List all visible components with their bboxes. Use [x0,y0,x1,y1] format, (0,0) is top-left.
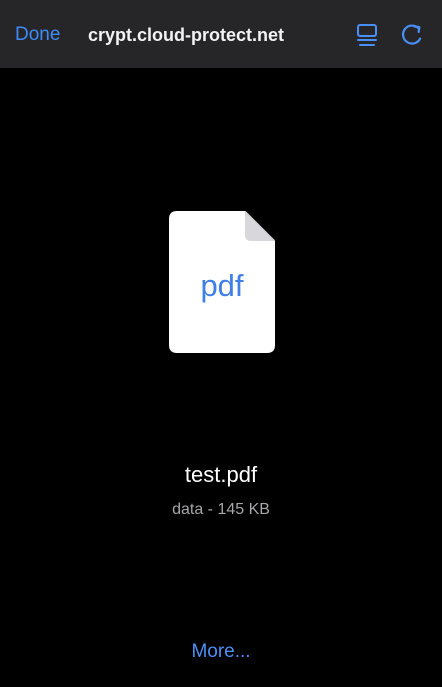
file-details: data - 145 KB [172,501,270,518]
file-name: test.pdf [184,462,258,487]
url-label: crypt.cloud-protect.net [88,25,285,45]
file-preview-screen: Done crypt.cloud-protect.net pdf test.pd… [0,0,442,687]
done-button[interactable]: Done [15,21,60,49]
more-button[interactable]: More... [178,638,264,666]
pdf-document-icon: pdf [169,210,276,353]
file-preview-content: pdf test.pdf data - 145 KB More... [7,68,435,687]
reload-icon[interactable] [397,20,427,50]
reader-mode-icon[interactable] [352,20,382,50]
pdf-icon-label: pdf [200,268,244,303]
browser-toolbar: Done crypt.cloud-protect.net [0,0,442,68]
